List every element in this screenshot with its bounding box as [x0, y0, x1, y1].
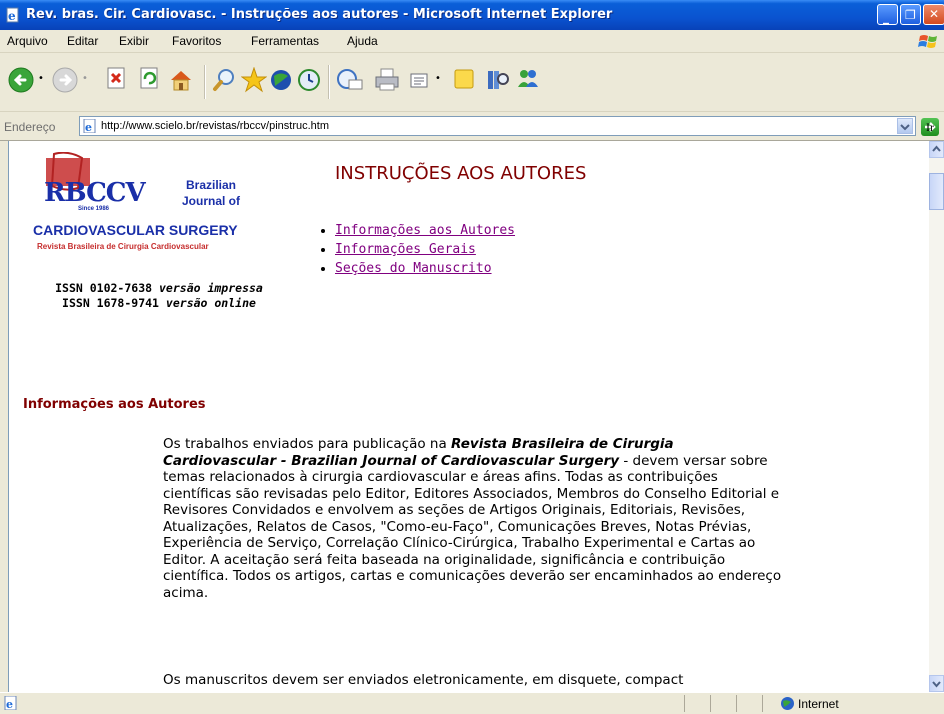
toc-link-informacoes-autores[interactable]: Informações aos Autores — [335, 223, 515, 238]
ie-page-icon: e — [83, 119, 96, 133]
security-zone-label: Internet — [798, 697, 839, 711]
table-of-contents: Informações aos Autores Informações Gera… — [315, 221, 515, 278]
address-url: http://www.scielo.br/revistas/rbccv/pins… — [101, 120, 330, 132]
window-title: Rev. bras. Cir. Cardiovasc. - Instruções… — [26, 7, 613, 22]
minimize-icon: _ — [883, 10, 889, 24]
ie-page-icon: e — [6, 7, 19, 23]
chevron-up-icon — [932, 145, 941, 152]
section-heading: Informações aos Autores — [23, 397, 206, 412]
favorites-star-icon[interactable] — [241, 67, 267, 93]
menu-bar: Arquivo Editar Exibir Favoritos Ferramen… — [0, 30, 944, 53]
issn-print: ISSN 0102-7638 versão impressa — [55, 281, 263, 295]
status-bar: e Internet — [0, 692, 944, 714]
back-dropdown-icon[interactable]: • — [38, 73, 44, 84]
logo-brazilian: Brazilian — [186, 178, 237, 192]
title-bar: e Rev. bras. Cir. Cardiovasc. - Instruçõ… — [0, 0, 944, 30]
home-icon[interactable] — [168, 67, 194, 93]
address-label: Endereço — [4, 120, 56, 134]
page-title: INSTRUÇÕES AOS AUTORES — [335, 163, 587, 184]
menu-ajuda[interactable]: Ajuda — [347, 34, 378, 48]
chevron-down-icon — [900, 124, 910, 131]
mail-icon[interactable] — [336, 67, 364, 93]
scroll-down-button[interactable] — [929, 675, 944, 692]
close-icon: ✕ — [929, 7, 940, 21]
maximize-button[interactable]: ❐ — [900, 4, 921, 25]
toc-link-informacoes-gerais[interactable]: Informações Gerais — [335, 242, 476, 257]
go-label[interactable]: Ir — [926, 120, 934, 135]
issn-block: ISSN 0102-7638 versão impressa ISSN 1678… — [39, 281, 279, 311]
menu-arquivo[interactable]: Arquivo — [7, 34, 48, 48]
list-item: Informações Gerais — [335, 240, 515, 259]
logo-abbr: RBCCV — [44, 178, 146, 208]
toolbar-separator — [328, 65, 330, 99]
page-viewport: RBCCV Since 1986 Brazilian Journal of CA… — [8, 141, 929, 692]
list-item: Informações aos Autores — [335, 221, 515, 240]
paragraph-2: Os manuscritos devem ser enviados eletro… — [163, 672, 684, 688]
logo-name: CARDIOVASCULAR SURGERY — [33, 222, 238, 238]
media-icon[interactable] — [268, 67, 294, 93]
internet-zone-icon — [781, 697, 794, 710]
chevron-down-icon — [932, 681, 941, 688]
menu-favoritos[interactable]: Favoritos — [172, 34, 221, 48]
windows-logo-icon — [918, 35, 937, 48]
logo-subtitle: Revista Brasileira de Cirurgia Cardiovas… — [37, 242, 209, 251]
menu-editar[interactable]: Editar — [67, 34, 98, 48]
ie-page-icon: e — [4, 696, 17, 710]
vertical-scrollbar[interactable] — [929, 141, 944, 692]
research-icon[interactable] — [485, 67, 511, 93]
status-divider — [762, 695, 763, 712]
svg-text:e: e — [8, 9, 16, 23]
toc-link-secoes-manuscrito[interactable]: Seções do Manuscrito — [335, 261, 492, 276]
toolbar: • • • — [0, 53, 944, 112]
discuss-icon[interactable] — [452, 67, 478, 93]
logo-journal-of: Journal of — [182, 194, 241, 208]
forward-icon[interactable] — [52, 67, 78, 93]
list-item: Seções do Manuscrito — [335, 259, 515, 278]
status-divider — [684, 695, 685, 712]
svg-text:e: e — [85, 121, 92, 133]
scrollbar-thumb[interactable] — [929, 173, 944, 210]
back-icon[interactable] — [8, 67, 34, 93]
stop-icon[interactable] — [105, 67, 129, 91]
logo-since: Since 1986 — [78, 206, 110, 212]
messenger-icon[interactable] — [515, 67, 541, 93]
address-input[interactable]: e http://www.scielo.br/revistas/rbccv/pi… — [79, 116, 916, 136]
menu-ferramentas[interactable]: Ferramentas — [251, 34, 319, 48]
menu-exibir[interactable]: Exibir — [119, 34, 149, 48]
address-bar: Endereço e http://www.scielo.br/revistas… — [0, 112, 944, 141]
forward-dropdown-icon[interactable]: • — [82, 73, 88, 84]
print-icon[interactable] — [374, 67, 400, 93]
toolbar-separator — [204, 65, 206, 99]
status-divider — [710, 695, 711, 712]
history-icon[interactable] — [296, 67, 322, 93]
close-button[interactable]: ✕ — [923, 4, 944, 25]
minimize-button[interactable]: _ — [877, 4, 898, 25]
restore-icon: ❐ — [905, 8, 916, 22]
journal-logo: RBCCV Since 1986 Brazilian Journal of CA… — [32, 151, 274, 266]
scroll-up-button[interactable] — [929, 141, 944, 158]
refresh-icon[interactable] — [138, 67, 162, 91]
status-divider — [736, 695, 737, 712]
issn-online: ISSN 1678-9741 versão online — [62, 296, 256, 310]
search-icon[interactable] — [212, 67, 238, 93]
paragraph-1: Os trabalhos enviados para publicação na… — [163, 436, 782, 601]
edit-icon[interactable] — [407, 67, 433, 93]
edit-dropdown-icon[interactable]: • — [435, 73, 441, 84]
svg-text:e: e — [6, 698, 13, 710]
address-dropdown-button[interactable] — [897, 118, 913, 134]
